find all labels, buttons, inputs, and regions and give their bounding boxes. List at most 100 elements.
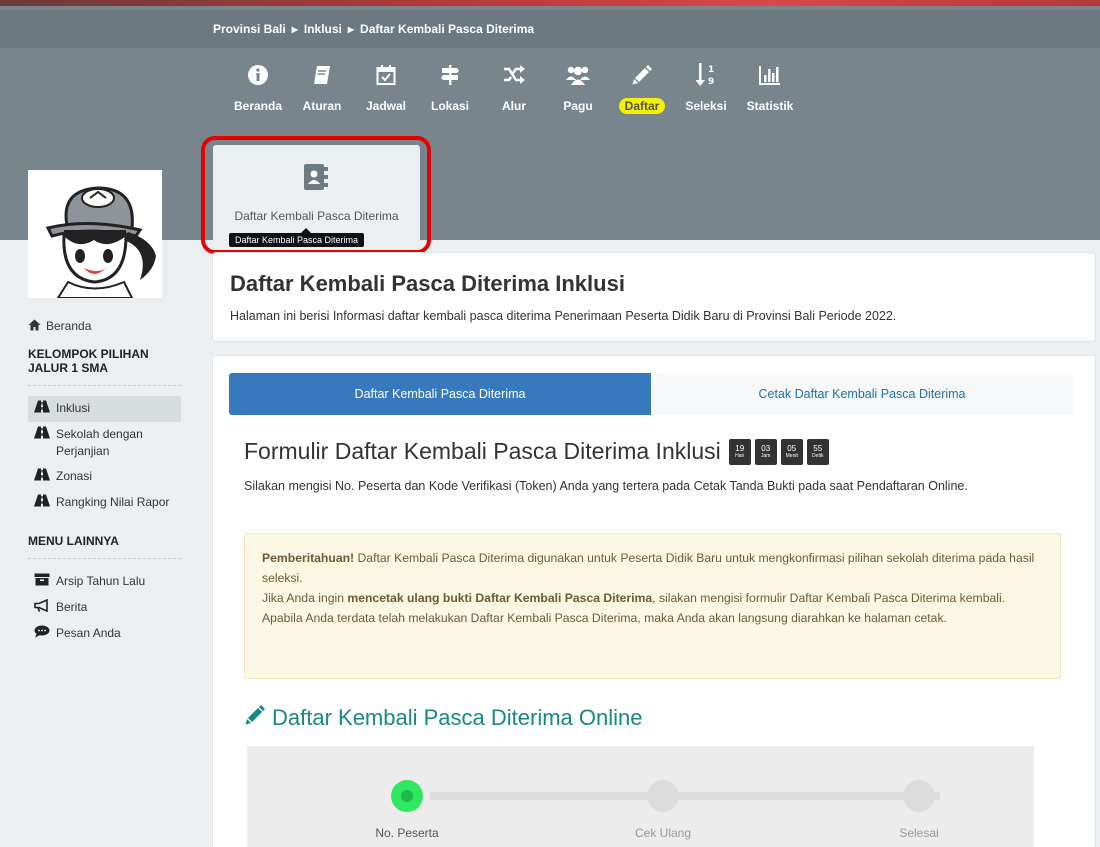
sidebar-item-label: Arsip Tahun Lalu <box>56 574 146 588</box>
nav-label: Lokasi <box>430 99 469 113</box>
archive-icon <box>34 573 50 591</box>
subtab-daftar-kembali[interactable]: Daftar Kembali Pasca Diterima <box>213 145 420 245</box>
notice-line2-strong: mencetak ulang bukti Daftar Kembali Pasc… <box>347 591 653 605</box>
svg-text:1: 1 <box>708 65 714 75</box>
page-header-card: Daftar Kembali Pasca Diterima Inklusi Ha… <box>212 252 1096 342</box>
nav-label: Aturan <box>302 99 342 113</box>
nav-aturan[interactable]: Aturan <box>290 62 354 114</box>
home-icon <box>28 319 41 334</box>
nav-label: Jadwal <box>365 99 407 113</box>
sidebar-item-arsip[interactable]: Arsip Tahun Lalu <box>28 569 181 595</box>
sort-numeric-icon: 19 <box>693 62 719 88</box>
form-title-row: Formulir Daftar Kembali Pasca Diterima I… <box>244 438 829 465</box>
step-dot-cek-ulang <box>647 780 679 812</box>
calendar-check-icon <box>373 62 399 88</box>
shuffle-icon <box>501 62 527 88</box>
breadcrumb-province[interactable]: Provinsi Bali <box>213 22 286 36</box>
notice-line1: Daftar Kembali Pasca Diterima digunakan … <box>262 551 1035 585</box>
step-label: No. Peserta <box>375 826 439 840</box>
pencil-icon <box>629 62 655 88</box>
wizard-stepper: No. Peserta Cek Ulang Selesai <box>247 746 1034 847</box>
notice-heading: Pemberitahuan! <box>262 551 355 565</box>
breadcrumb: Provinsi Bali ▶ Inklusi ▶ Daftar Kembali… <box>213 22 534 36</box>
sidebar-item-zonasi[interactable]: Zonasi <box>28 464 181 490</box>
page-subtitle: Halaman ini berisi Informasi daftar kemb… <box>230 309 897 323</box>
step-label: Cek Ulang <box>634 826 692 840</box>
sidebar-other-heading: MENU LAINNYA <box>28 534 119 548</box>
nav-statistik[interactable]: Statistik <box>738 62 802 114</box>
breadcrumb-bar <box>0 10 1100 48</box>
sidebar-home-link[interactable]: Beranda <box>28 316 181 337</box>
sidebar-item-label: Inklusi <box>56 401 91 415</box>
road-icon <box>34 400 50 418</box>
step-dot-no-peserta <box>391 780 423 812</box>
comment-icon <box>34 625 50 643</box>
sidebar-item-label: Sekolah dengan Perjanjian <box>56 427 143 458</box>
notice-line2-pre: Jika Anda ingin <box>262 591 348 605</box>
breadcrumb-separator-icon: ▶ <box>291 24 298 34</box>
nav-daftar[interactable]: Daftar <box>610 62 674 114</box>
nav-label: Alur <box>502 99 526 113</box>
tab-daftar-kembali[interactable]: Daftar Kembali Pasca Diterima <box>229 373 651 415</box>
book-icon <box>309 62 335 88</box>
form-card: Daftar Kembali Pasca Diterima Cetak Daft… <box>212 355 1096 847</box>
svg-text:9: 9 <box>708 77 714 87</box>
road-icon <box>34 468 50 486</box>
sidebar: Beranda KELOMPOK PILIHAN JALUR 1 SMA Ink… <box>28 316 181 647</box>
bullhorn-icon <box>34 598 50 617</box>
users-icon <box>565 62 591 88</box>
sidebar-item-label: Zonasi <box>56 469 93 483</box>
breadcrumb-path[interactable]: Inklusi <box>304 22 342 36</box>
main-nav: Beranda Aturan Jadwal Lokasi Alur Pagu D… <box>226 62 802 114</box>
form-title: Formulir Daftar Kembali Pasca Diterima I… <box>244 438 721 464</box>
road-icon <box>34 494 50 512</box>
nav-seleksi[interactable]: 19 Seleksi <box>674 62 738 114</box>
countdown-days: 19 Hari <box>728 438 751 465</box>
brand-stripe <box>0 0 1100 6</box>
nav-label: Statistik <box>746 99 794 113</box>
step-label: Selesai <box>899 826 939 840</box>
sidebar-home-label: Beranda <box>46 319 92 333</box>
tab-cetak-daftar-kembali[interactable]: Cetak Daftar Kembali Pasca Diterima <box>651 373 1073 415</box>
sidebar-item-label: Berita <box>56 600 88 614</box>
bar-chart-icon <box>757 62 783 88</box>
notice-alert: Pemberitahuan! Daftar Kembali Pasca Dite… <box>244 533 1061 679</box>
road-icon <box>34 426 50 444</box>
nav-label: Seleksi <box>685 99 727 113</box>
sidebar-item-rangking-rapor[interactable]: Rangking Nilai Rapor <box>28 490 181 516</box>
stepper-track <box>430 792 940 800</box>
nav-label: Pagu <box>563 99 593 113</box>
sidebar-divider <box>28 558 181 559</box>
form-tabs: Daftar Kembali Pasca Diterima Cetak Daft… <box>229 373 1073 415</box>
nav-lokasi[interactable]: Lokasi <box>418 62 482 114</box>
nav-label: Daftar <box>618 98 666 114</box>
sidebar-item-label: Rangking Nilai Rapor <box>56 495 170 509</box>
nav-beranda[interactable]: Beranda <box>226 62 290 114</box>
countdown-hours: 03 Jam <box>754 438 777 465</box>
breadcrumb-current: Daftar Kembali Pasca Diterima <box>360 22 535 36</box>
step-dot-selesai <box>903 780 935 812</box>
sidebar-item-inklusi[interactable]: Inklusi <box>28 396 181 422</box>
nav-jadwal[interactable]: Jadwal <box>354 62 418 114</box>
pencil-icon <box>244 704 266 731</box>
sidebar-item-label: Pesan Anda <box>56 626 121 640</box>
sidebar-item-pesan[interactable]: Pesan Anda <box>28 621 181 647</box>
avatar <box>28 170 162 298</box>
sidebar-item-sekolah-perjanjian[interactable]: Sekolah dengan Perjanjian <box>28 422 181 464</box>
info-circle-icon <box>245 62 271 88</box>
subtab-tooltip: Daftar Kembali Pasca Diterima <box>229 228 365 247</box>
page-title: Daftar Kembali Pasca Diterima Inklusi <box>230 271 625 296</box>
countdown-seconds: 55 Detik <box>806 438 829 465</box>
breadcrumb-separator-icon: ▶ <box>347 24 355 34</box>
nav-alur[interactable]: Alur <box>482 62 546 114</box>
form-description: Silakan mengisi No. Peserta dan Kode Ver… <box>244 479 968 493</box>
countdown-minutes: 05 Menit <box>780 438 803 465</box>
sidebar-item-berita[interactable]: Berita <box>28 595 181 621</box>
sidebar-group-heading: KELOMPOK PILIHAN JALUR 1 SMA <box>28 347 149 375</box>
nav-pagu[interactable]: Pagu <box>546 62 610 114</box>
online-title-row: Daftar Kembali Pasca Diterima Online <box>244 704 642 731</box>
address-book-icon <box>303 163 329 196</box>
signpost-icon <box>437 62 463 88</box>
sidebar-divider <box>28 385 181 386</box>
online-title: Daftar Kembali Pasca Diterima Online <box>272 704 643 730</box>
